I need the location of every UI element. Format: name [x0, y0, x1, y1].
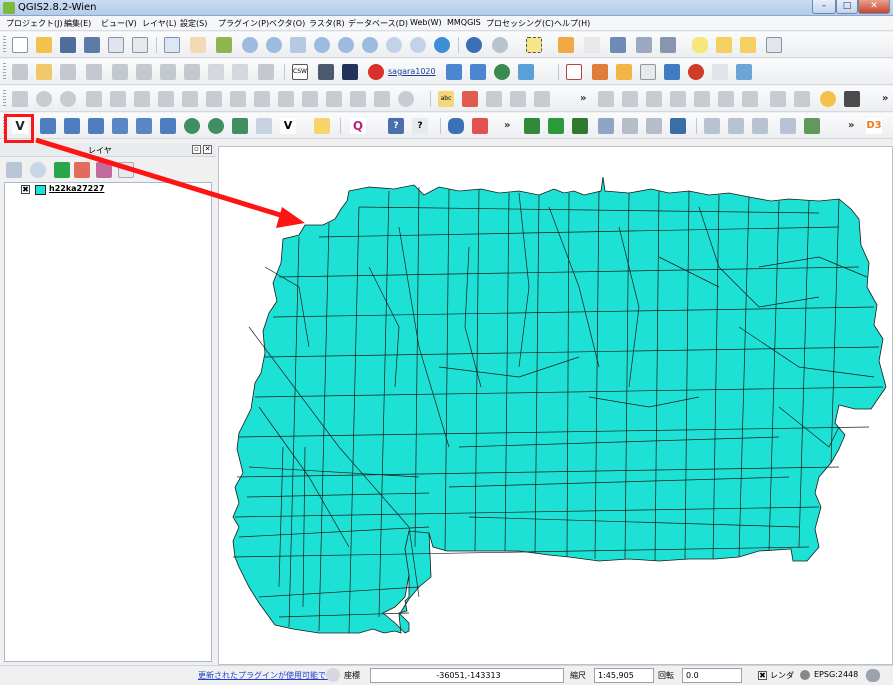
annotation-arrow [35, 137, 305, 228]
